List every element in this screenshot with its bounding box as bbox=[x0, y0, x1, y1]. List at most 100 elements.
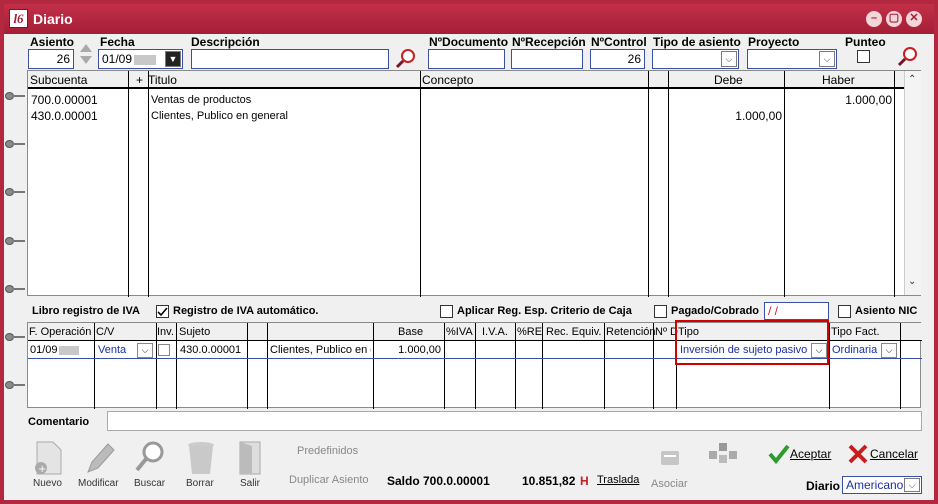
asiento-stepper[interactable] bbox=[78, 40, 94, 68]
diario-select[interactable]: Americano ⌵ bbox=[842, 476, 922, 494]
col-divider bbox=[653, 323, 654, 409]
entries-scrollbar[interactable]: ⌃ ⌄ bbox=[904, 71, 921, 295]
blurred-year bbox=[134, 54, 157, 65]
title-bar bbox=[4, 4, 934, 34]
inv-checkbox[interactable] bbox=[158, 344, 170, 356]
col-rec-equiv: Rec. Equiv. bbox=[546, 326, 602, 338]
iva-row-base[interactable]: 1.000,00 bbox=[375, 344, 441, 356]
pencil-icon[interactable] bbox=[84, 440, 116, 476]
tipo-asiento-select[interactable]: ⌵ bbox=[652, 49, 739, 69]
iva-row-sujeto[interactable]: 430.0.00001 bbox=[180, 344, 241, 356]
chevron-down-icon[interactable]: ⌵ bbox=[819, 51, 835, 67]
modificar-label: Modificar bbox=[78, 478, 119, 489]
row1-titulo: Ventas de productos bbox=[151, 94, 252, 106]
cancel-x-icon[interactable] bbox=[847, 443, 869, 465]
descripcion-search-icon[interactable] bbox=[395, 47, 417, 69]
row1-subcuenta[interactable]: 700.0.00001 bbox=[31, 93, 98, 107]
descripcion-field[interactable] bbox=[191, 49, 389, 69]
magnifier-icon[interactable] bbox=[134, 440, 166, 476]
fecha-dropdown-icon[interactable]: ▼ bbox=[165, 51, 181, 67]
col-sujeto: Sujeto bbox=[179, 326, 211, 338]
col-divider bbox=[475, 323, 476, 409]
ndocumento-field[interactable] bbox=[428, 49, 505, 69]
col-tipo-fact: Tipo Fact. bbox=[831, 326, 880, 338]
iva-row-cv[interactable]: Venta bbox=[98, 344, 126, 356]
col-divider bbox=[894, 71, 895, 297]
binder-ring-icon bbox=[5, 285, 25, 293]
col-retencion: Retención bbox=[606, 326, 656, 338]
asiento-field[interactable]: 26 bbox=[28, 49, 74, 69]
nuevo-button[interactable]: Nuevo bbox=[33, 478, 62, 489]
checkmark-icon[interactable] bbox=[768, 443, 790, 465]
pagado-date-field[interactable]: / / bbox=[764, 302, 829, 320]
buscar-label: Buscar bbox=[134, 478, 166, 489]
iva-row-tipo-fact[interactable]: Ordinaria bbox=[832, 344, 877, 356]
col-subcuenta: Subcuenta bbox=[30, 73, 88, 87]
salir-button[interactable]: Salir bbox=[240, 478, 260, 489]
door-exit-icon[interactable] bbox=[236, 440, 264, 476]
aplicar-checkbox[interactable] bbox=[440, 305, 453, 318]
binder-ring-icon bbox=[5, 188, 25, 196]
iva-row-f-operacion[interactable]: 01/09 bbox=[30, 344, 79, 356]
punteo-checkbox[interactable] bbox=[857, 50, 870, 63]
col-debe: Debe bbox=[714, 73, 743, 87]
proyecto-select[interactable]: ⌵ bbox=[747, 49, 837, 69]
nrecepcion-label: NºRecepción bbox=[512, 35, 586, 49]
col-divider bbox=[176, 323, 177, 409]
svg-text:+: + bbox=[38, 464, 46, 475]
binder-ring-icon bbox=[5, 92, 25, 100]
col-haber: Haber bbox=[822, 73, 855, 87]
search-icon[interactable] bbox=[897, 45, 919, 67]
blurred-year bbox=[58, 345, 79, 355]
scroll-up-icon[interactable]: ⌃ bbox=[908, 74, 916, 85]
trash-icon[interactable] bbox=[186, 440, 216, 476]
col-divider bbox=[444, 323, 445, 409]
up-down-arrows-icon[interactable] bbox=[78, 40, 94, 68]
fecha-field[interactable]: 01/09 ▼ bbox=[98, 49, 183, 69]
entries-grid: Subcuenta + Titulo Concepto Debe Haber 7… bbox=[27, 70, 921, 297]
chevron-down-icon[interactable]: ⌵ bbox=[137, 343, 153, 358]
nrecepcion-field[interactable] bbox=[511, 49, 583, 69]
traslada-button[interactable]: Traslada bbox=[597, 474, 639, 486]
nuevo-label: Nuevo bbox=[33, 478, 62, 489]
col-divider bbox=[604, 323, 605, 409]
aceptar-label: Aceptar bbox=[790, 447, 832, 461]
cancelar-label: Cancelar bbox=[870, 447, 919, 461]
asiento-label: Asiento bbox=[30, 35, 75, 49]
minimize-button[interactable]: – bbox=[866, 11, 882, 27]
asiento-nic-label: Asiento NIC bbox=[855, 305, 918, 317]
fecha-value: 01/09 bbox=[102, 52, 133, 66]
asociar-button[interactable]: Asociar bbox=[651, 478, 688, 490]
col-divider bbox=[156, 323, 157, 409]
aceptar-button[interactable]: Aceptar bbox=[790, 447, 831, 461]
row2-debe[interactable]: 1.000,00 bbox=[670, 109, 782, 123]
col-divider bbox=[420, 71, 421, 297]
new-document-icon[interactable]: + bbox=[33, 440, 65, 476]
restore-button[interactable]: ▢ bbox=[886, 11, 902, 27]
binder-ring-icon bbox=[5, 237, 25, 245]
row2-subcuenta[interactable]: 430.0.00001 bbox=[31, 109, 98, 123]
window-title: Diario bbox=[33, 11, 73, 27]
aplicar-label: Aplicar Reg. Esp. Criterio de Caja bbox=[457, 305, 632, 317]
pagado-checkbox[interactable] bbox=[654, 305, 667, 318]
chevron-down-icon[interactable]: ⌵ bbox=[881, 343, 897, 358]
comentario-label: Comentario bbox=[28, 416, 90, 428]
col-divider bbox=[373, 323, 374, 409]
predefinidos-button[interactable]: Predefinidos bbox=[297, 445, 358, 457]
checkmark-icon bbox=[157, 307, 168, 317]
comentario-field[interactable] bbox=[107, 411, 922, 431]
ncontrol-field[interactable]: 26 bbox=[590, 49, 645, 69]
chevron-down-icon[interactable]: ⌵ bbox=[904, 478, 920, 492]
chevron-down-icon[interactable]: ⌵ bbox=[721, 51, 737, 67]
modificar-button[interactable]: Modificar bbox=[78, 478, 119, 489]
cancelar-button[interactable]: Cancelar bbox=[870, 447, 918, 461]
buscar-button[interactable]: Buscar bbox=[134, 478, 165, 489]
row1-haber[interactable]: 1.000,00 bbox=[786, 93, 892, 107]
scroll-down-icon[interactable]: ⌄ bbox=[908, 276, 916, 287]
borrar-button[interactable]: Borrar bbox=[186, 478, 214, 489]
registro-auto-checkbox[interactable] bbox=[156, 305, 169, 318]
close-button[interactable]: ✕ bbox=[906, 11, 922, 27]
asiento-nic-checkbox[interactable] bbox=[838, 305, 851, 318]
duplicar-asiento-button[interactable]: Duplicar Asiento bbox=[289, 474, 369, 486]
col-concepto: Concepto bbox=[422, 73, 474, 87]
